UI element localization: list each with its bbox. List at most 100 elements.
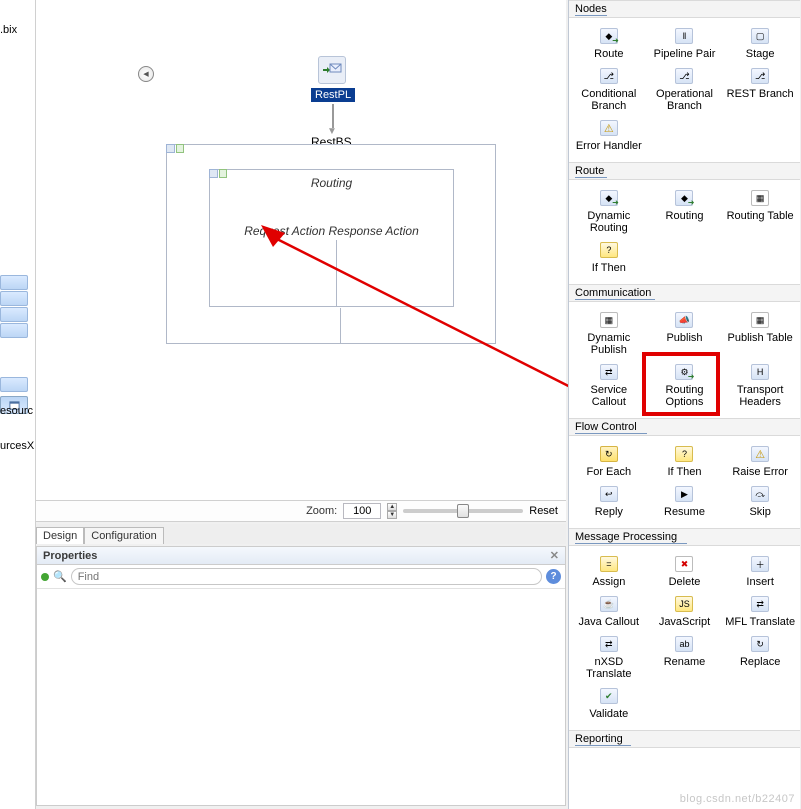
column-divider [336, 240, 337, 306]
tree-row[interactable] [0, 323, 28, 338]
palette-if-then[interactable]: ?If Then [571, 238, 647, 276]
palette-skip[interactable]: ⤼Skip [722, 482, 798, 520]
palette-item-label: If Then [592, 262, 626, 274]
palette-insert[interactable]: ＋Insert [722, 552, 798, 590]
section-label: Flow Control [575, 421, 637, 433]
routing-action-container[interactable]: Routing Request Action Response Action [209, 169, 454, 307]
connector-line [340, 308, 341, 344]
close-icon[interactable]: ✕ [550, 549, 559, 562]
tab-configuration[interactable]: Configuration [84, 527, 163, 544]
help-icon[interactable]: ? [546, 569, 561, 584]
palette-javascript[interactable]: JSJavaScript [647, 592, 723, 630]
tree-row[interactable] [0, 307, 28, 322]
palette-dynamic-routing[interactable]: ◆➜Dynamic Routing [571, 186, 647, 236]
zoom-spinner[interactable]: ▲▼ [387, 503, 397, 519]
palette-item-label: Operational Branch [649, 88, 719, 112]
zoom-toolbar: Zoom: ▲▼ Reset [36, 500, 566, 522]
tree-row[interactable] [0, 275, 28, 290]
properties-find-input[interactable] [71, 568, 542, 585]
palette-operational-branch[interactable]: ⎇Operational Branch [647, 64, 723, 114]
communication-grid: ▦Dynamic Publish 📣Publish ▦Publish Table… [569, 302, 800, 418]
route-container[interactable]: Routing Request Action Response Action [166, 144, 496, 344]
properties-titlebar: Properties ✕ [37, 547, 565, 565]
pipeline-node-label-selected[interactable]: RestPL [311, 88, 355, 102]
tab-design[interactable]: Design [36, 527, 84, 544]
zoom-reset-button[interactable]: Reset [529, 505, 558, 517]
canvas-back-button[interactable] [138, 66, 154, 82]
tree-row[interactable] [0, 291, 28, 306]
palette-item-label: Stage [746, 48, 775, 60]
palette-item-label: Conditional Branch [574, 88, 644, 112]
palette-item-label: For Each [587, 466, 632, 478]
palette-transport-headers[interactable]: HTransport Headers [722, 360, 798, 410]
palette-item-label: Dynamic Publish [574, 332, 644, 356]
palette-java-callout[interactable]: ☕Java Callout [571, 592, 647, 630]
palette-rename[interactable]: abRename [647, 632, 723, 682]
palette-error-handler[interactable]: Error Handler [571, 116, 647, 154]
palette-replace[interactable]: ↻Replace [722, 632, 798, 682]
tree-file-ext: .bix [0, 24, 17, 36]
palette-resume[interactable]: ▶Resume [647, 482, 723, 520]
tree-partial-label2: urcesX [0, 440, 34, 452]
palette-routing-table[interactable]: ▦Routing Table [722, 186, 798, 236]
palette-pipeline-pair[interactable]: ‖Pipeline Pair [647, 24, 723, 62]
palette-routing[interactable]: ◆➜Routing [647, 186, 723, 236]
collapse-toggle-icon[interactable] [166, 144, 175, 153]
palette-route[interactable]: ◆➜Route [571, 24, 647, 62]
palette-nxsd-translate[interactable]: ⇄nXSD Translate [571, 632, 647, 682]
palette-item-label: Java Callout [579, 616, 640, 628]
palette-if-then-flow[interactable]: ?If Then [647, 442, 723, 480]
palette-section-flow-control[interactable]: Flow Control [569, 418, 800, 436]
palette-section-reporting[interactable]: Reporting [569, 730, 800, 748]
palette-section-nodes[interactable]: Nodes [569, 0, 800, 18]
route-action-icon[interactable] [176, 144, 185, 153]
palette-item-label: JavaScript [659, 616, 710, 628]
palette-item-label: nXSD Translate [574, 656, 644, 680]
connector-line [332, 104, 334, 128]
palette-section-route[interactable]: Route [569, 162, 800, 180]
palette-dynamic-publish[interactable]: ▦Dynamic Publish [571, 308, 647, 358]
palette-validate[interactable]: ✔Validate [571, 684, 647, 722]
section-label: Reporting [575, 733, 623, 745]
pipeline-canvas[interactable]: RestPL ▼ RestBS Routing Request Action R… [36, 0, 566, 500]
properties-title-label: Properties [43, 550, 97, 562]
palette-mfl-translate[interactable]: ⇄MFL Translate [722, 592, 798, 630]
zoom-label: Zoom: [306, 505, 337, 517]
palette-publish-table[interactable]: ▦Publish Table [722, 308, 798, 358]
section-label: Communication [575, 287, 651, 299]
tree-panel-collapsed [0, 275, 28, 395]
tree-row[interactable] [0, 377, 28, 392]
palette-stage[interactable]: ▢Stage [722, 24, 798, 62]
palette-section-message-processing[interactable]: Message Processing [569, 528, 800, 546]
palette-item-label: Dynamic Routing [574, 210, 644, 234]
palette-item-label: Rename [664, 656, 706, 668]
tree-partial-label1: esourc [0, 405, 33, 417]
palette-section-communication[interactable]: Communication [569, 284, 800, 302]
palette-for-each[interactable]: ↻For Each [571, 442, 647, 480]
search-icon: 🔍 [53, 570, 67, 583]
zoom-slider[interactable] [403, 509, 523, 513]
palette-conditional-branch[interactable]: ⎇Conditional Branch [571, 64, 647, 114]
zoom-slider-thumb[interactable] [457, 504, 469, 518]
palette-item-label: Resume [664, 506, 705, 518]
zoom-input[interactable] [343, 503, 381, 519]
palette-item-label: Error Handler [576, 140, 642, 152]
palette-service-callout[interactable]: ⇄Service Callout [571, 360, 647, 410]
palette-item-label: Insert [746, 576, 774, 588]
palette-item-label: Transport Headers [725, 384, 795, 408]
palette-publish[interactable]: 📣Publish [647, 308, 723, 358]
palette-routing-options[interactable]: ⚙➜Routing Options [647, 360, 723, 410]
palette-item-label: Pipeline Pair [654, 48, 716, 60]
palette-rest-branch[interactable]: ⎇REST Branch [722, 64, 798, 114]
palette-item-label: Publish [666, 332, 702, 344]
palette-item-label: Skip [749, 506, 770, 518]
watermark: blog.csdn.net/b22407 [680, 793, 795, 805]
palette-delete[interactable]: ✖Delete [647, 552, 723, 590]
palette-item-label: Routing Table [727, 210, 794, 222]
pipeline-node-icon[interactable] [318, 56, 346, 84]
container-collapse-icons[interactable] [166, 144, 184, 154]
palette-reply[interactable]: ↩Reply [571, 482, 647, 520]
palette-assign[interactable]: =Assign [571, 552, 647, 590]
palette-item-label: If Then [667, 466, 701, 478]
palette-raise-error[interactable]: Raise Error [722, 442, 798, 480]
